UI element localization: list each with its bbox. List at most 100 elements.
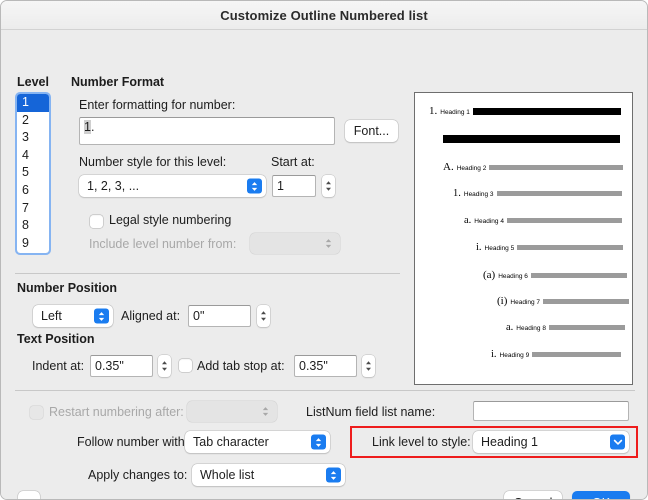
preview-bar-9 <box>532 352 622 357</box>
preview-bar-5 <box>517 245 624 250</box>
preview-text-2: Heading 2 <box>456 165 487 172</box>
preview-text-7: Heading 7 <box>510 299 541 306</box>
customize-outline-numbered-list-dialog: Customize Outline Numbered list Level 1 … <box>0 0 648 500</box>
legal-style-label: Legal style numbering <box>109 213 232 227</box>
preview-bar-3 <box>496 191 622 196</box>
preview-text-5: Heading 5 <box>484 245 515 252</box>
level-list[interactable]: 1 2 3 4 5 6 7 8 9 <box>15 92 51 255</box>
number-format-suffix: . <box>90 120 95 134</box>
number-position-heading: Number Position <box>17 281 118 295</box>
link-level-select[interactable]: Heading 1 <box>473 431 629 453</box>
preview-bar-2 <box>489 164 624 170</box>
preview-text-6: Heading 6 <box>498 273 528 280</box>
number-format-field-token: 1 <box>84 120 91 134</box>
number-format-input[interactable]: 1. <box>79 117 335 145</box>
include-level-select <box>250 233 340 254</box>
level-item-8[interactable]: 8 <box>17 217 49 235</box>
list-preview: 1. Heading 1 A. Heading 2 1. Heading 3 a… <box>414 92 633 385</box>
number-alignment-value: Left <box>41 309 62 323</box>
preview-row-8: a. Heading 8 <box>506 322 625 333</box>
preview-bar-1 <box>472 107 621 115</box>
restart-numbering-label: Restart numbering after: <box>49 405 184 419</box>
font-button[interactable]: Font... <box>345 120 398 142</box>
start-at-value: 1 <box>277 179 284 193</box>
number-style-select[interactable]: 1, 2, 3, ... <box>79 175 266 197</box>
level-item-4[interactable]: 4 <box>17 147 49 165</box>
apply-changes-select[interactable]: Whole list <box>192 464 345 486</box>
add-tab-stop-stepper[interactable] <box>362 355 375 377</box>
level-item-1[interactable]: 1 <box>17 94 49 112</box>
aligned-at-value: 0" <box>193 309 205 323</box>
follow-number-select[interactable]: Tab character <box>185 431 330 453</box>
preview-row-5: i. Heading 5 <box>476 242 624 253</box>
enter-formatting-label: Enter formatting for number: <box>79 98 236 112</box>
preview-text-9: Heading 9 <box>499 352 530 359</box>
preview-number-2: A. <box>443 161 454 173</box>
start-at-input[interactable]: 1 <box>272 175 316 197</box>
preview-number-8: a. <box>506 322 514 333</box>
ok-button[interactable]: OK <box>572 491 630 499</box>
aligned-at-stepper[interactable] <box>257 305 270 327</box>
chevron-updown-icon <box>247 178 262 194</box>
preview-row-1: 1. Heading 1 <box>429 105 621 117</box>
link-level-label: Link level to style: <box>372 435 471 449</box>
start-at-label: Start at: <box>271 155 315 169</box>
level-item-6[interactable]: 6 <box>17 182 49 200</box>
preview-bar-7 <box>543 298 630 304</box>
dialog-title: Customize Outline Numbered list <box>220 7 428 23</box>
aligned-at-label: Aligned at: <box>121 309 181 323</box>
add-tab-stop-checkbox[interactable] <box>179 359 192 372</box>
preview-number-5: i. <box>476 242 482 253</box>
number-format-heading: Number Format <box>71 75 165 89</box>
level-item-9[interactable]: 9 <box>17 235 49 253</box>
indent-at-stepper[interactable] <box>158 355 171 377</box>
add-tab-stop-input[interactable]: 0.35" <box>294 355 357 377</box>
chevron-updown-icon <box>326 467 341 483</box>
chevron-updown-icon <box>311 434 326 450</box>
preview-text-1: Heading 1 <box>440 109 470 116</box>
cancel-button[interactable]: Cancel <box>504 491 562 499</box>
add-tab-stop-label: Add tab stop at: <box>197 359 285 373</box>
level-item-2[interactable]: 2 <box>17 112 49 130</box>
number-style-label: Number style for this level: <box>79 155 227 169</box>
lower-divider <box>15 390 635 391</box>
preview-number-4: a. <box>464 215 472 226</box>
restart-numbering-select <box>187 401 277 422</box>
preview-text-8: Heading 8 <box>516 325 546 332</box>
preview-row-4: a. Heading 4 <box>464 215 622 226</box>
include-level-label: Include level number from: <box>89 237 237 251</box>
level-heading: Level <box>17 75 49 89</box>
preview-bar-4 <box>506 218 622 223</box>
preview-text-4: Heading 4 <box>474 218 504 225</box>
chevron-down-icon <box>610 434 625 450</box>
preview-number-6: (a) <box>483 269 496 281</box>
indent-at-value: 0.35" <box>95 359 124 373</box>
preview-number-1: 1. <box>429 105 438 117</box>
preview-number-7: (i) <box>497 295 508 307</box>
legal-style-checkbox[interactable] <box>90 215 103 228</box>
level-item-7[interactable]: 7 <box>17 200 49 218</box>
indent-at-input[interactable]: 0.35" <box>90 355 153 377</box>
preview-row-3: 1. Heading 3 <box>453 188 622 199</box>
collapse-button[interactable] <box>18 491 40 499</box>
chevron-updown-icon <box>94 308 109 324</box>
link-level-value: Heading 1 <box>481 435 538 449</box>
follow-number-label: Follow number with: <box>77 435 189 449</box>
listnum-label: ListNum field list name: <box>306 405 436 419</box>
dialog-content: Level 1 2 3 4 5 6 7 8 9 Number Format En… <box>1 30 647 499</box>
level-item-3[interactable]: 3 <box>17 129 49 147</box>
chevron-updown-icon <box>321 236 336 251</box>
chevron-updown-icon <box>258 404 273 419</box>
number-alignment-select[interactable]: Left <box>33 305 113 327</box>
preview-row-9: i. Heading 9 <box>491 349 622 360</box>
level-item-5[interactable]: 5 <box>17 164 49 182</box>
preview-row-2: A. Heading 2 <box>443 161 624 173</box>
preview-text-3: Heading 3 <box>463 191 494 198</box>
aligned-at-input[interactable]: 0" <box>188 305 251 327</box>
follow-number-value: Tab character <box>193 435 269 449</box>
section-divider <box>15 273 400 274</box>
start-at-stepper[interactable] <box>322 175 335 197</box>
preview-row-7: (i) Heading 7 <box>497 295 630 307</box>
listnum-input[interactable] <box>473 401 629 421</box>
apply-changes-label: Apply changes to: <box>88 468 188 482</box>
